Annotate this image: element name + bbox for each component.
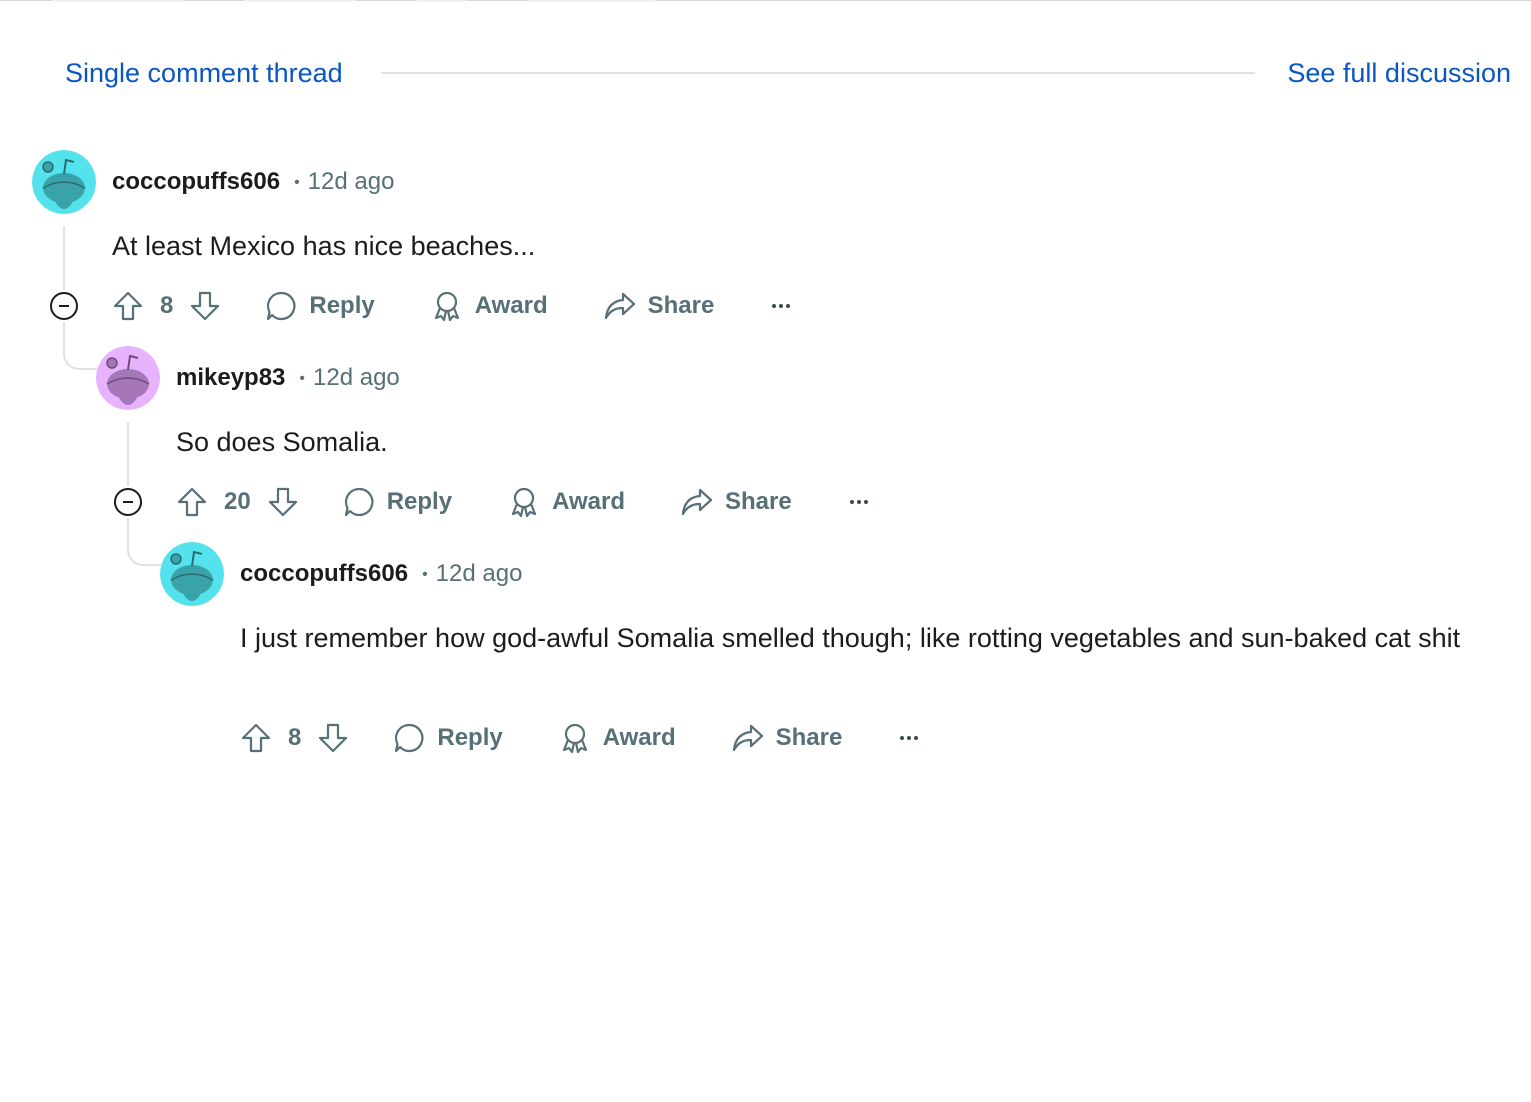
downvote-button[interactable] <box>267 486 299 518</box>
award-button[interactable]: Award <box>508 486 625 518</box>
comment-body: So does Somalia. <box>176 427 388 457</box>
more-options-icon[interactable] <box>900 736 919 740</box>
reply-label: Reply <box>437 724 503 751</box>
vote-count: 8 <box>160 292 174 319</box>
meta-separator: • <box>299 370 306 387</box>
single-comment-thread-link[interactable]: Single comment thread <box>65 56 343 90</box>
award-icon <box>562 723 587 754</box>
award-button[interactable]: Award <box>431 290 548 322</box>
comment-timestamp[interactable]: 12d ago <box>308 168 395 195</box>
reply-label: Reply <box>309 292 375 319</box>
comment-author[interactable]: coccopuffs606 <box>240 560 408 587</box>
reply-button[interactable]: Reply <box>343 486 452 518</box>
comment-author[interactable]: coccopuffs606 <box>112 168 280 195</box>
thread-header: Single comment thread See full discussio… <box>0 0 1531 110</box>
downvote-icon <box>191 291 220 321</box>
comment-bubble-icon <box>267 291 296 321</box>
reply-button[interactable]: Reply <box>393 722 503 754</box>
reply-button[interactable]: Reply <box>265 290 375 322</box>
more-options-icon[interactable] <box>849 500 868 504</box>
upvote-icon <box>113 291 143 321</box>
award-icon <box>511 487 537 518</box>
share-icon <box>732 724 763 752</box>
vote-count: 8 <box>288 724 302 751</box>
downvote-icon <box>319 723 348 753</box>
share-button[interactable]: Share <box>681 486 792 518</box>
downvote-button[interactable] <box>189 290 221 322</box>
comment-timestamp[interactable]: 12d ago <box>313 364 400 391</box>
award-button[interactable]: Award <box>559 722 676 754</box>
comment-bubble-icon <box>395 723 424 753</box>
award-label: Award <box>602 724 676 751</box>
snoo-avatar-cyan-icon[interactable] <box>160 542 224 606</box>
share-label: Share <box>775 724 843 751</box>
comment-body: At least Mexico has nice beaches... <box>112 231 536 261</box>
see-full-discussion-link[interactable]: See full discussion <box>1287 56 1511 90</box>
comment-body: I just remember how god-awful Somalia sm… <box>240 623 1461 653</box>
upvote-icon <box>177 487 207 517</box>
collapse-thread-button[interactable] <box>114 488 142 516</box>
thread-line-curve <box>127 518 161 566</box>
downvote-icon <box>268 487 297 517</box>
share-label: Share <box>724 488 792 515</box>
snoo-avatar-cyan-icon[interactable] <box>32 150 96 214</box>
comment-timestamp[interactable]: 12d ago <box>436 560 523 587</box>
meta-separator: • <box>294 174 300 191</box>
thread-line-curve <box>63 322 97 370</box>
upvote-button[interactable] <box>112 290 144 322</box>
collapse-thread-button[interactable] <box>50 292 78 320</box>
comment-author[interactable]: mikeyp83 <box>176 364 285 391</box>
snoo-avatar-pink-icon[interactable] <box>96 346 160 410</box>
award-label: Award <box>552 488 625 515</box>
award-icon <box>434 291 459 322</box>
reply-label: Reply <box>386 488 453 515</box>
header-divider <box>381 72 1255 74</box>
share-icon <box>681 488 713 516</box>
award-label: Award <box>474 292 548 319</box>
thread-line[interactable] <box>63 226 65 290</box>
upvote-icon <box>241 723 271 753</box>
downvote-button[interactable] <box>317 722 349 754</box>
upvote-button[interactable] <box>240 722 272 754</box>
meta-separator: • <box>422 566 428 583</box>
more-options-icon[interactable] <box>772 304 791 308</box>
comment-bubble-icon <box>344 487 374 517</box>
share-button[interactable]: Share <box>732 722 843 754</box>
share-button[interactable]: Share <box>604 290 715 322</box>
share-label: Share <box>647 292 715 319</box>
thread-line[interactable] <box>127 422 129 486</box>
share-icon <box>604 292 635 320</box>
vote-count: 20 <box>224 488 251 515</box>
upvote-button[interactable] <box>176 486 208 518</box>
